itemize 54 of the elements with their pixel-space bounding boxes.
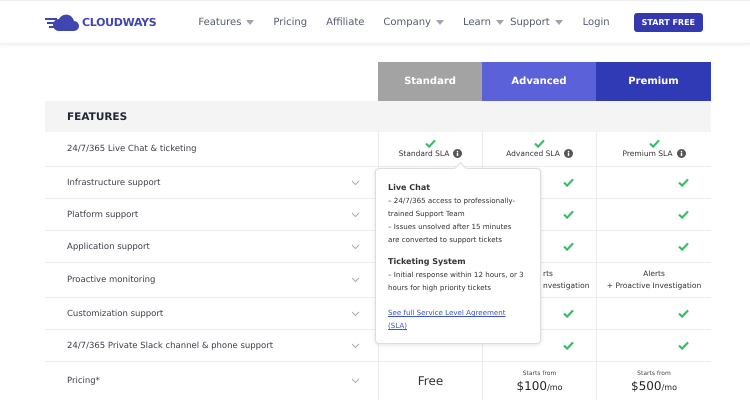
price-value: Free [418,375,444,387]
price-value: $500/mo [631,380,677,394]
check-icon [563,341,574,350]
tooltip-heading: Live Chat [388,182,432,194]
feature-label: Platform support [67,210,138,220]
feature-label: Application support [67,242,150,252]
cloud-logo-icon[interactable] [45,13,79,31]
check-icon [563,178,574,187]
plan-header: Premium [596,62,711,101]
chevron-down-icon[interactable] [351,244,360,250]
info-icon[interactable] [676,149,686,158]
tooltip-heading: Ticketing System [388,256,467,268]
feature-label: Proactive monitoring [67,275,156,285]
feature-label: 24/7/365 Live Chat & ticketing [67,144,197,154]
chevron-down-icon[interactable] [351,378,360,384]
chevron-down-icon[interactable] [351,342,360,348]
nav-link[interactable]: Login [582,16,610,28]
check-icon [563,242,574,251]
nav-link[interactable]: Learn [462,16,504,28]
logo-text[interactable]: CLOUDWAYS [82,16,156,28]
nav-link[interactable]: Company [383,16,444,28]
chevron-down-icon[interactable] [351,180,360,186]
start-free-button[interactable]: START FREE [634,12,703,32]
chevron-down-icon[interactable] [351,277,360,283]
caret-icon [436,20,444,24]
check-icon [425,138,436,148]
check-icon [563,210,574,219]
info-icon[interactable] [453,149,462,158]
check-icon [678,309,688,318]
check-icon [648,138,660,148]
check-icon [534,138,545,148]
caret-icon [554,20,563,24]
plan-header: Advanced [482,62,596,101]
nav-link[interactable]: Pricing [273,16,308,28]
features-heading: FEATURES [67,110,128,122]
feature-label: Customization support [67,308,164,318]
info-icon[interactable] [564,149,573,158]
price-value: $100/mo [516,380,562,394]
feature-label: Pricing* [67,376,100,386]
check-icon [678,178,688,187]
chevron-down-icon[interactable] [351,212,360,218]
caret-icon [496,20,504,24]
check-icon [678,242,688,251]
feature-label: 24/7/365 Private Slack channel & phone support [67,340,274,350]
plan-header: Standard [378,62,482,101]
check-icon [678,210,688,219]
nav-link[interactable]: Support [510,16,563,28]
chevron-down-icon[interactable] [351,310,360,316]
check-icon [678,341,688,350]
caret-icon [246,20,254,24]
check-icon [563,309,574,318]
nav-link[interactable]: Features [198,16,254,28]
nav-link[interactable]: Affiliate [326,16,364,28]
feature-label: Infrastructure support [67,178,160,188]
